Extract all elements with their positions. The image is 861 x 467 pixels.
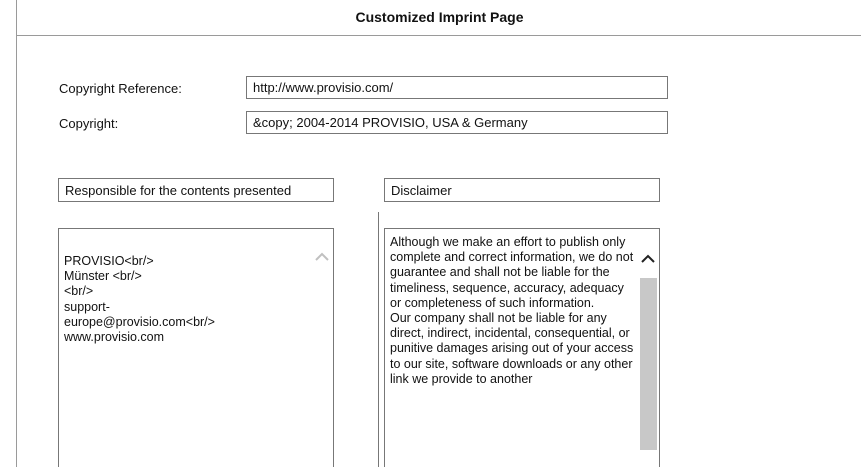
copyright-label: Copyright: [59, 116, 119, 131]
disclaimer-heading-input[interactable]: Disclaimer [384, 178, 660, 202]
responsible-heading-input[interactable]: Responsible for the contents presented [58, 178, 334, 202]
disclaimer-scroll-thumb[interactable] [640, 278, 657, 450]
chevron-up-icon[interactable] [637, 247, 659, 269]
responsible-content-textarea[interactable]: PROVISIO<br/> Münster <br/> <br/> suppor… [58, 228, 334, 467]
responsible-scrollbar[interactable] [311, 229, 333, 467]
copyright-reference-input[interactable]: http://www.provisio.com/ [246, 76, 668, 99]
title-bar: Customized Imprint Page [17, 0, 861, 36]
copyright-reference-label: Copyright Reference: [59, 81, 182, 96]
disclaimer-content-textarea[interactable]: Although we make an effort to publish on… [384, 228, 660, 467]
chevron-up-icon[interactable] [311, 245, 333, 267]
column-divider [378, 212, 379, 467]
disclaimer-scrollbar[interactable] [637, 229, 659, 467]
imprint-panel: Customized Imprint Page Copyright Refere… [16, 0, 861, 467]
responsible-content-text: PROVISIO<br/> Münster <br/> <br/> suppor… [64, 254, 215, 345]
copyright-input[interactable]: &copy; 2004-2014 PROVISIO, USA & Germany [246, 111, 668, 134]
disclaimer-content-text: Although we make an effort to publish on… [390, 235, 634, 386]
page-title: Customized Imprint Page [355, 9, 524, 25]
